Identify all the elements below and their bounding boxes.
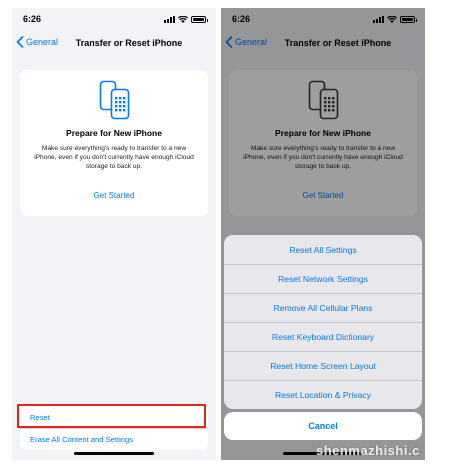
status-bar: 6:26 (12, 8, 216, 30)
reset-all-settings-option[interactable]: Reset All Settings (224, 235, 422, 264)
get-started-link[interactable]: Get Started (20, 191, 208, 200)
reset-network-settings-option[interactable]: Reset Network Settings (224, 264, 422, 293)
battery-icon (191, 15, 208, 23)
reset-location-privacy-option[interactable]: Reset Location & Privacy (224, 380, 422, 409)
reset-home-screen-layout-option[interactable]: Reset Home Screen Layout (224, 351, 422, 380)
left-phone-screen: 6:26 General Transfer or Reset iPhone Pr… (12, 8, 216, 460)
status-icons (164, 15, 208, 23)
home-indicator (74, 452, 154, 455)
reset-row[interactable]: Reset (20, 406, 208, 428)
right-phone-screen: 6:26 General Transfer or Reset iPhone Pr… (221, 8, 425, 460)
navigation-bar: General Transfer or Reset iPhone (12, 32, 216, 54)
remove-cellular-plans-option[interactable]: Remove All Cellular Plans (224, 293, 422, 322)
reset-keyboard-dictionary-option[interactable]: Reset Keyboard Dictionary (224, 322, 422, 351)
wifi-icon (178, 15, 188, 23)
signal-icon (164, 15, 175, 23)
prepare-card: Prepare for New iPhone Make sure everyth… (20, 70, 208, 216)
page-title: Transfer or Reset iPhone (75, 38, 183, 48)
phones-transfer-icon (99, 80, 130, 120)
cancel-button[interactable]: Cancel (224, 412, 422, 440)
watermark-text: shenmazhishi.c (316, 443, 420, 458)
status-time: 6:26 (23, 14, 42, 24)
card-description: Make sure everything's ready to transfer… (34, 145, 194, 170)
erase-all-row[interactable]: Erase All Content and Settings (20, 428, 208, 450)
reset-list: Reset Erase All Content and Settings (20, 406, 208, 450)
reset-action-sheet: Reset All Settings Reset Network Setting… (224, 235, 422, 409)
card-title: Prepare for New iPhone (66, 128, 162, 138)
